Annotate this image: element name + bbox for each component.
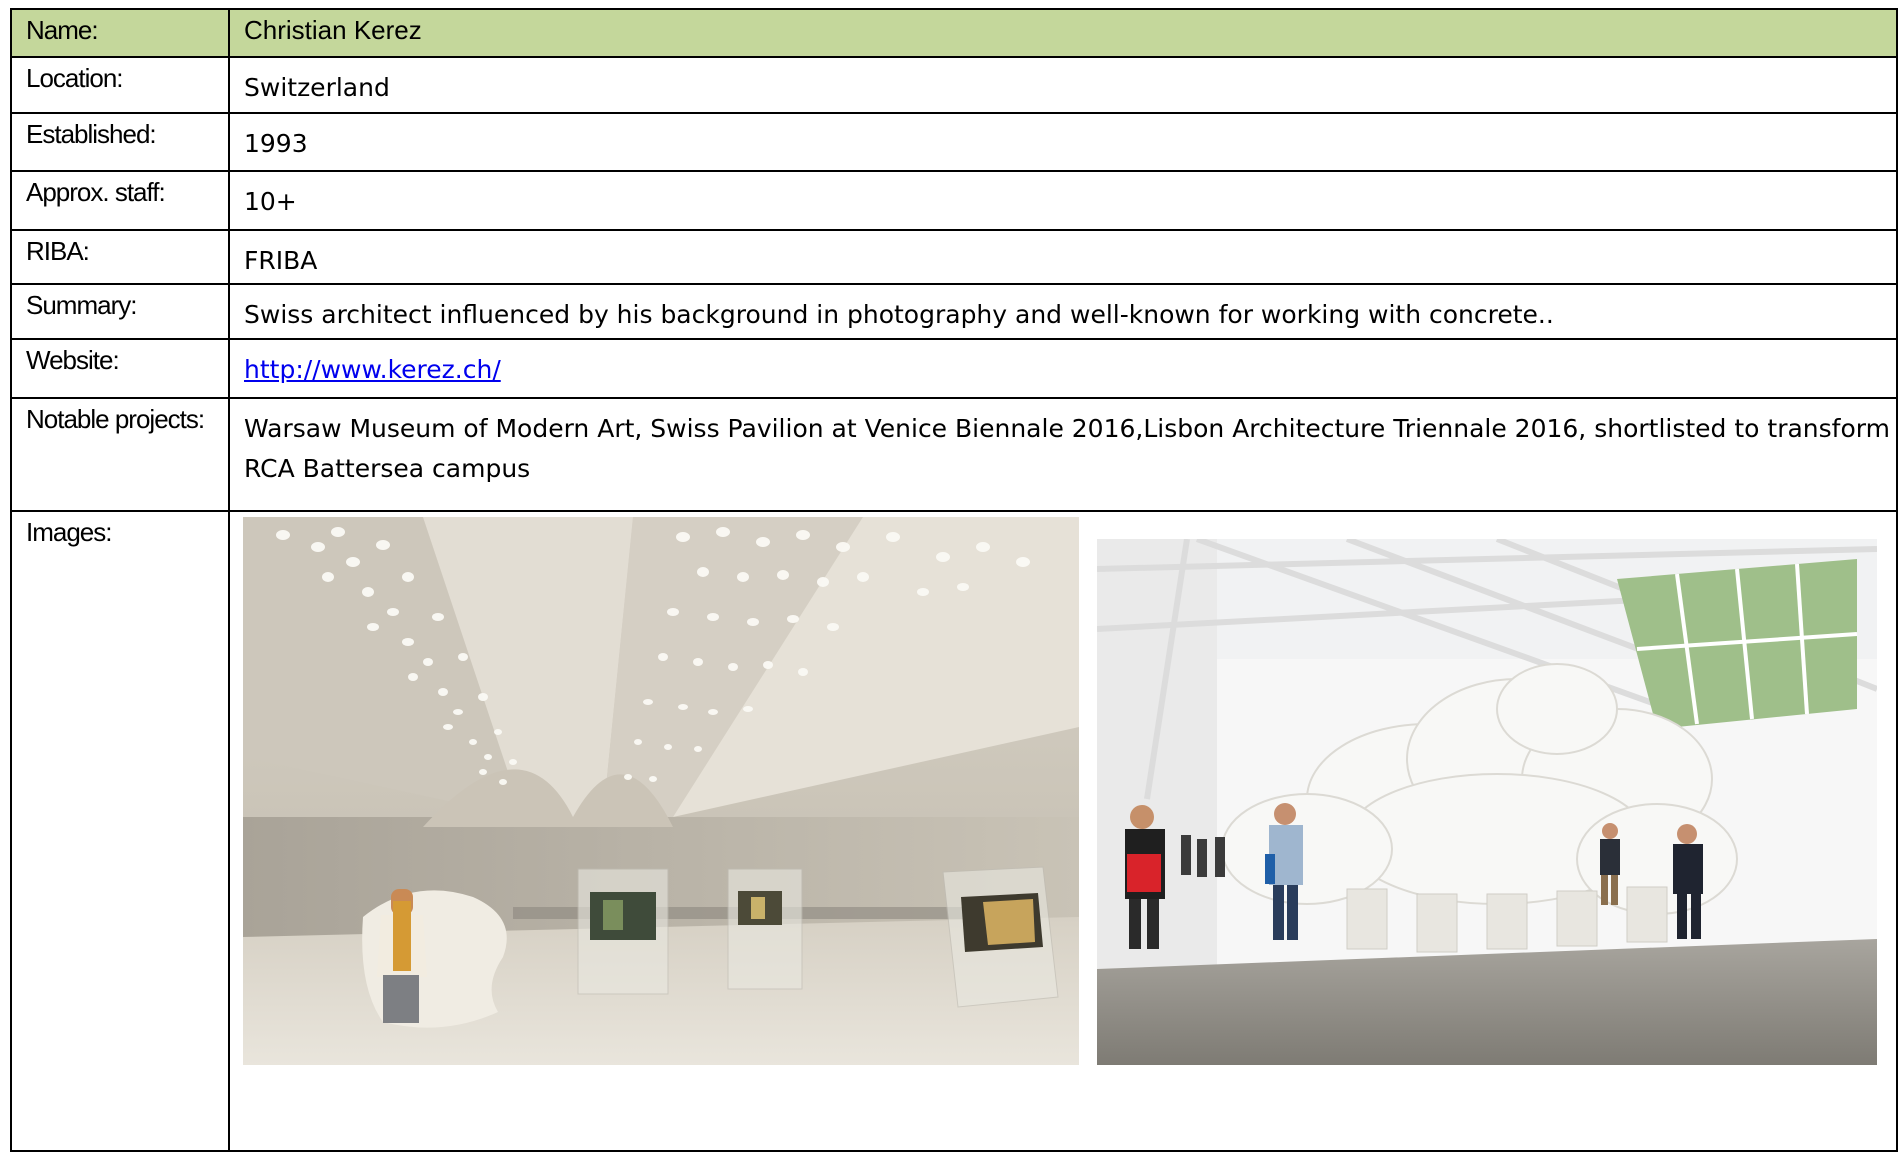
established-label: Established:: [10, 112, 230, 172]
staff-value: 10+: [228, 170, 1898, 231]
document-page: Name: Christian Kerez Location: Switzerl…: [0, 0, 1899, 1152]
website-link[interactable]: http://www.kerez.ch/: [244, 355, 501, 384]
summary-value: Swiss architect influenced by his backgr…: [228, 283, 1898, 340]
images-label: Images:: [10, 510, 230, 1152]
name-row: Name: Christian Kerez: [10, 8, 1898, 58]
projects-label: Notable projects:: [10, 397, 230, 512]
model-interior-photo: [243, 517, 1079, 1065]
location-row: Location: Switzerland: [10, 56, 1898, 114]
location-value: Switzerland: [228, 56, 1898, 114]
riba-row: RIBA: FRIBA: [10, 229, 1898, 285]
established-row: Established: 1993: [10, 112, 1898, 172]
website-value-cell: http://www.kerez.ch/: [228, 338, 1898, 399]
projects-row: Notable projects: Warsaw Museum of Moder…: [10, 397, 1898, 512]
staff-label: Approx. staff:: [10, 170, 230, 231]
projects-value: Warsaw Museum of Modern Art, Swiss Pavil…: [228, 397, 1898, 512]
practice-profile-table: Name: Christian Kerez Location: Switzerl…: [10, 8, 1898, 1152]
model-interior-image: [243, 517, 1079, 1065]
location-label: Location:: [10, 56, 230, 114]
riba-value: FRIBA: [228, 229, 1898, 285]
riba-label: RIBA:: [10, 229, 230, 285]
pavilion-cloud-photo: [1097, 539, 1877, 1065]
staff-row: Approx. staff: 10+: [10, 170, 1898, 231]
summary-row: Summary: Swiss architect influenced by h…: [10, 283, 1898, 340]
name-value: Christian Kerez: [228, 8, 1898, 58]
name-label: Name:: [10, 8, 230, 58]
website-row: Website: http://www.kerez.ch/: [10, 338, 1898, 399]
images-row: Images:: [10, 510, 1898, 1152]
established-value: 1993: [228, 112, 1898, 172]
pavilion-cloud-image: [1097, 539, 1877, 1065]
images-cell: [228, 510, 1898, 1152]
summary-label: Summary:: [10, 283, 230, 340]
website-label: Website:: [10, 338, 230, 399]
